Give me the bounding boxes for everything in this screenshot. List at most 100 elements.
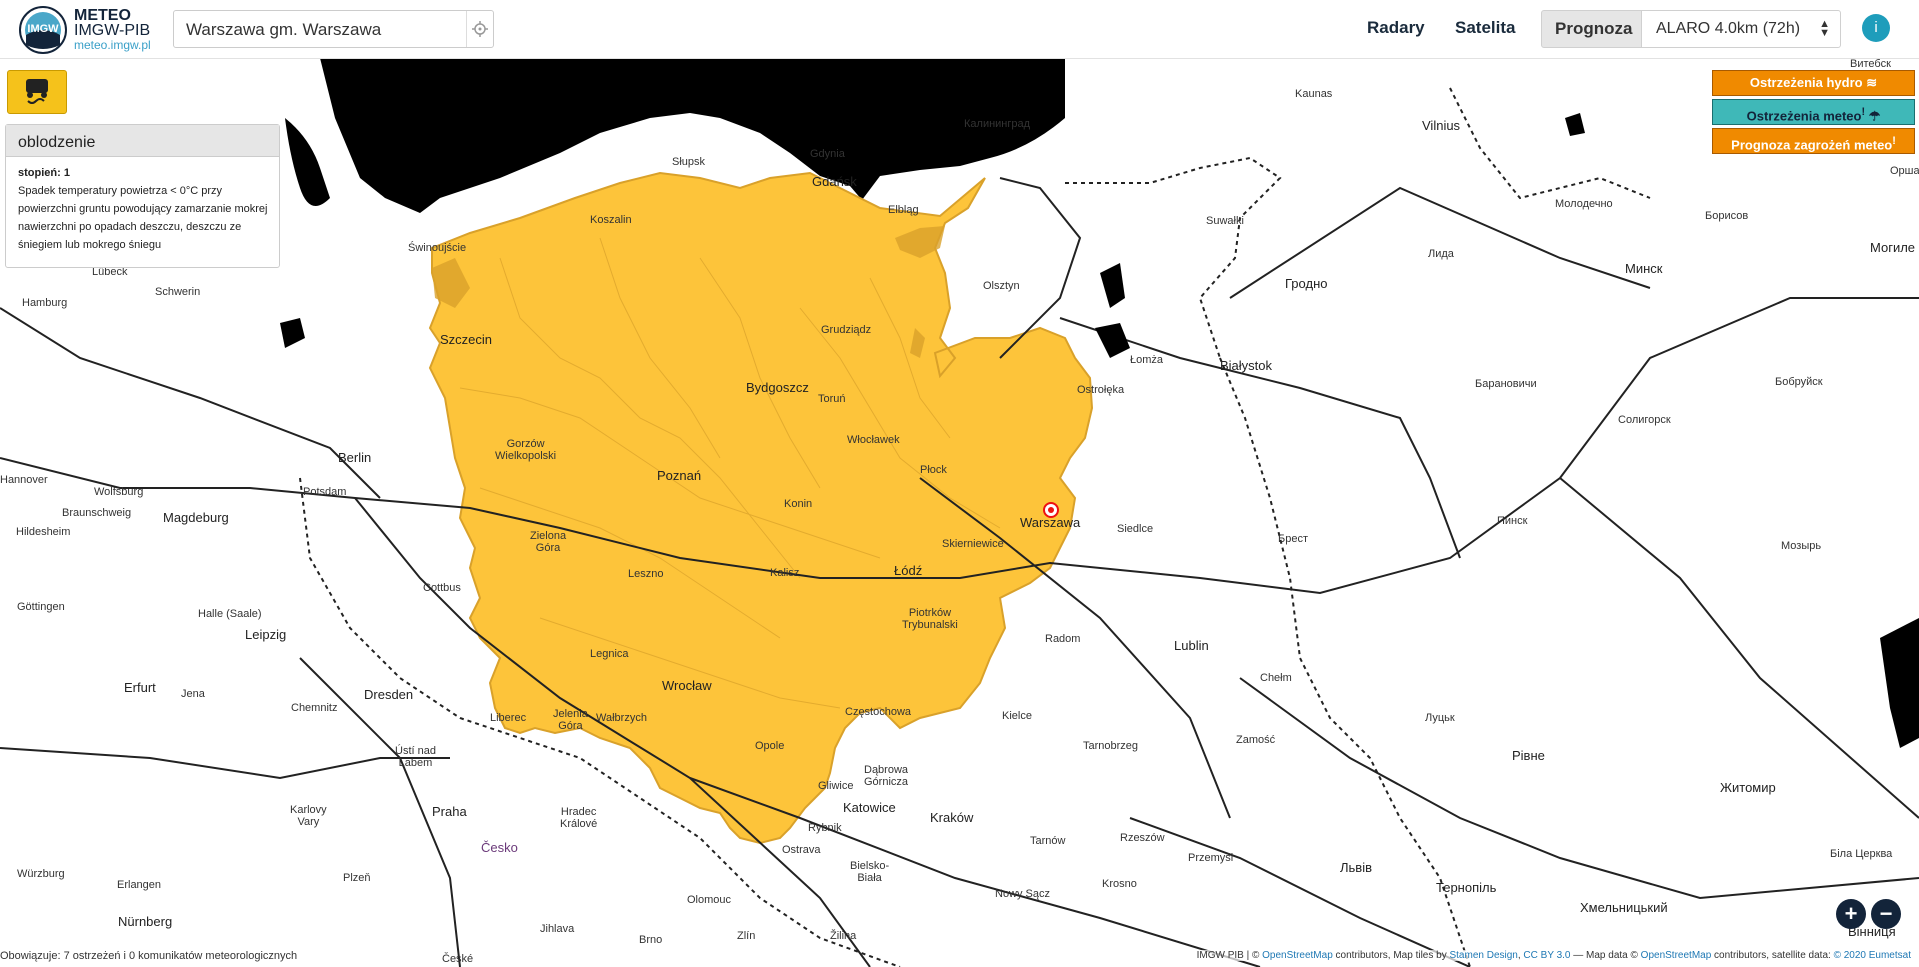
map-label: Kraków [930, 810, 974, 825]
map-label: Chemnitz [291, 702, 338, 714]
waves-icon: ≋ [1866, 75, 1878, 90]
search-value: Warszawa gm. Warszawa [186, 20, 382, 39]
brand-url: meteo.imgw.pl [74, 38, 151, 52]
attribution-text: — Map data © [1570, 950, 1641, 961]
hydro-warnings-button[interactable]: Ostrzeżenia hydro ≋ [1712, 70, 1915, 96]
map-label: Kaunas [1295, 88, 1333, 100]
warning-type-button[interactable] [7, 70, 67, 114]
map-label: Лида [1428, 248, 1454, 260]
map-canvas[interactable]: Калининград Vilnius Витебск Kaunas Молод… [0, 58, 1919, 967]
attribution-prefix: IMGW PIB | © [1196, 950, 1263, 961]
warning-description: Spadek temperatury powietrza < 0°C przy … [18, 185, 268, 251]
map-label: Przemyśl [1188, 852, 1234, 864]
map-label: Брест [1278, 533, 1308, 545]
map-label: Częstochowa [845, 706, 912, 718]
map-label: Tarnów [1030, 835, 1066, 847]
meteo-warnings-button[interactable]: Ostrzeżenia meteo! ☂ [1712, 99, 1915, 125]
brand-line2: IMGW-PIB [74, 22, 151, 39]
osm-link-2[interactable]: OpenStreetMap [1641, 950, 1712, 961]
map-label: Wolfsburg [94, 486, 144, 498]
map-label: Potsdam [303, 486, 347, 498]
map-label: Jena [181, 688, 205, 700]
map-label: Žilina [830, 930, 857, 942]
map-label: Gdynia [810, 148, 845, 160]
nav-satelita[interactable]: Satelita [1455, 18, 1515, 38]
locate-button[interactable] [466, 11, 493, 47]
map-label: Olsztyn [983, 280, 1020, 292]
map-label: Тернопіль [1436, 880, 1497, 895]
map-label: Минск [1625, 261, 1663, 276]
map-label: Житомир [1720, 780, 1776, 795]
warning-title: oblodzenie [6, 125, 279, 157]
map-label: Луцьк [1425, 712, 1455, 724]
location-search-input[interactable]: Warszawa gm. Warszawa [173, 10, 494, 48]
forecast-badge: ! [1892, 135, 1896, 147]
nav-prognoza-label: Prognoza [1555, 19, 1633, 38]
brand[interactable]: METEO IMGW-PIB meteo.imgw.pl [74, 8, 151, 53]
map-label: Могиле [1870, 240, 1916, 255]
coast-land-shadow [285, 118, 330, 206]
map-label: Karlovy Vary [290, 804, 327, 828]
map-label: Warszawa [1020, 515, 1081, 530]
crosshair-icon [472, 21, 488, 37]
meteo-warnings-label: Ostrzeżenia meteo [1746, 108, 1862, 124]
map-label: Пинск [1497, 515, 1528, 527]
cloud-rain-icon: ☂ [1868, 108, 1881, 124]
info-icon[interactable]: i [1862, 14, 1890, 42]
map-label: Zielona Góra [530, 530, 567, 554]
eumetsat-link[interactable]: © 2020 Eumetsat [1834, 950, 1911, 961]
model-select[interactable]: ALARO 4.0km (72h) ▲ ▼ [1641, 10, 1841, 48]
warnings-count-text: Obowiązuje: 7 ostrzeżeń i 0 komunikatów … [0, 950, 298, 962]
map-label: Olomouc [687, 894, 732, 906]
map-label: Gorzów Wielkopolski [495, 438, 557, 462]
ccby-link[interactable]: CC BY 3.0 [1523, 950, 1570, 961]
map-label: Česko [481, 840, 518, 855]
map-label: Hamburg [22, 297, 68, 309]
attribution-text: contributors, satellite data: [1711, 950, 1834, 961]
map-label: Hildesheim [16, 526, 71, 538]
map-label: Leszno [628, 568, 664, 580]
map-label: Elbląg [888, 204, 919, 216]
select-arrows-icon: ▲ ▼ [1819, 18, 1830, 39]
map-label: Świnoujście [408, 242, 467, 254]
map-label: Płock [920, 464, 947, 476]
map-label: Біла Церква [1830, 848, 1893, 860]
map-label: Zamość [1236, 734, 1276, 746]
map-label: Łódź [894, 563, 923, 578]
osm-link[interactable]: OpenStreetMap [1262, 950, 1333, 961]
stamen-link[interactable]: Stamen Design [1449, 950, 1517, 961]
map-label: Słupsk [672, 156, 706, 168]
map-label: Würzburg [17, 868, 65, 880]
map-label: Vilnius [1422, 118, 1461, 133]
map-label: Opole [755, 740, 785, 752]
map-label: Борисов [1705, 210, 1749, 222]
map-label: Hradec Králové [560, 806, 598, 830]
map-label: Grudziądz [821, 324, 872, 336]
imgw-logo[interactable]: IMGW [18, 5, 68, 55]
map-label: Bielsko- Biała [850, 860, 890, 884]
brand-line1: METEO [74, 7, 131, 24]
map-label: Барановичи [1475, 378, 1537, 390]
nav-radary[interactable]: Radary [1367, 18, 1425, 38]
map-label: Łomża [1130, 354, 1164, 366]
map-footer: Obowiązuje: 7 ostrzeżeń i 0 komunikatów … [0, 948, 1919, 967]
logo-text: IMGW [27, 23, 59, 35]
zoom-out-button[interactable]: − [1871, 899, 1901, 929]
map-label: Schwerin [155, 286, 201, 298]
map-label: Ostrava [782, 844, 821, 856]
map-label: Skierniewice [942, 538, 1004, 550]
map-label: Włocławek [847, 434, 900, 446]
map-label: Молодечно [1555, 198, 1613, 210]
hydro-warnings-label: Ostrzeżenia hydro [1749, 75, 1863, 90]
zoom-in-button[interactable]: + [1836, 899, 1866, 929]
map-label: Jihlava [540, 923, 575, 935]
map-label: Wałbrzych [596, 712, 647, 724]
map-label: Солигорск [1618, 414, 1671, 426]
nav-prognoza[interactable]: Prognoza [1541, 10, 1643, 48]
map-label: Berlin [338, 450, 372, 465]
forecast-threats-button[interactable]: Prognoza zagrożeń meteo! [1712, 128, 1915, 154]
map-label: Erlangen [117, 879, 162, 891]
map-label: Leipzig [245, 627, 287, 642]
map-label: Koszalin [590, 214, 632, 226]
map-label: Мозырь [1781, 540, 1822, 552]
